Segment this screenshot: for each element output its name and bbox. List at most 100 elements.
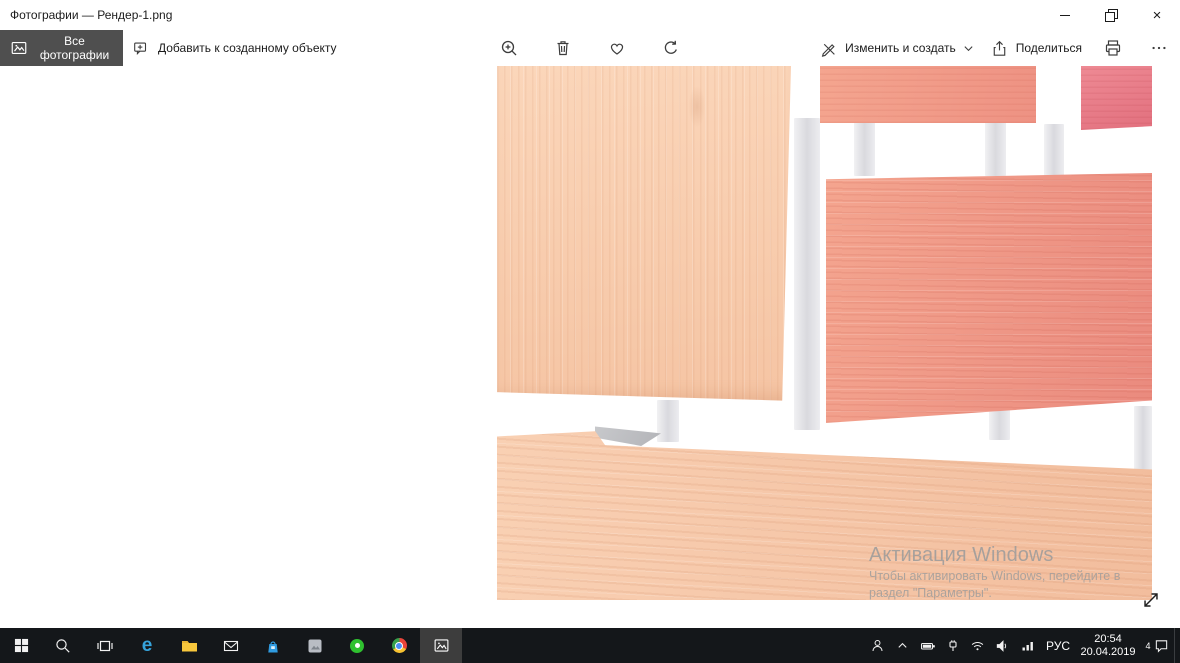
wood-gap-shadow [595,426,661,446]
toolbar-right: Изменить и создать Поделиться [819,30,1174,66]
folder-icon [181,638,198,653]
fullscreen-diagonal-arrow-icon [1140,589,1162,611]
taskbar-app-store[interactable] [252,628,294,663]
battery-icon [920,639,936,653]
tray-people-button[interactable] [865,628,890,663]
tray-network-button[interactable] [965,628,990,663]
photo-tools [494,30,686,66]
share-icon [990,39,1009,58]
wood-slat-shadow [1134,406,1152,472]
tray-battery-button[interactable] [915,628,940,663]
clock-time: 20:54 [1094,632,1122,645]
store-bag-icon [265,638,281,654]
minimize-button[interactable] [1042,0,1088,30]
chevron-down-icon [963,43,974,54]
wood-slat-shadow [657,400,679,442]
delete-button[interactable] [548,33,578,63]
all-photos-button[interactable]: Все фотографии [0,30,123,66]
delete-icon [553,38,573,58]
taskbar-app-generic[interactable] [294,628,336,663]
edge-icon: e [141,635,153,656]
add-to-creation-label: Добавить к созданному объекту [158,41,337,55]
taskbar-app-edge[interactable]: e [126,628,168,663]
task-view-icon [97,638,113,654]
mail-icon [223,639,239,653]
tray-usb-button[interactable] [940,628,965,663]
share-label: Поделиться [1015,41,1082,55]
task-view-button[interactable] [84,628,126,663]
zoom-in-icon [499,38,519,58]
favorite-heart-icon [607,38,627,58]
wood-panel-right [826,173,1152,423]
wood-panel-top-right [1081,66,1152,130]
photos-icon [10,39,28,57]
signal-icon [1021,639,1035,652]
start-button[interactable] [0,628,42,663]
green-app-icon [350,638,364,653]
wood-plank-bottom [497,431,1152,600]
photos-app-icon [433,637,450,654]
print-icon [1103,38,1123,58]
tray-volume-button[interactable] [990,628,1015,663]
window-controls: × [1042,0,1180,30]
wood-panel-left [497,66,791,401]
more-button[interactable] [1144,33,1174,63]
toolbar: Все фотографии Добавить к созданному объ… [0,30,1180,66]
minimize-icon [1060,14,1070,16]
wood-panel-top-middle [820,66,1036,123]
usb-icon [946,639,960,653]
windows-logo-icon [14,638,29,653]
action-center-icon [1154,638,1169,653]
wood-slat-shadow [854,122,875,176]
rotate-icon [661,38,681,58]
titlebar[interactable]: Фотографии — Рендер-1.png × [0,0,1180,30]
add-to-creation-icon [132,39,150,57]
wifi-icon [970,639,985,652]
window-title: Фотографии — Рендер-1.png [10,8,173,22]
taskbar-app-photos-active[interactable] [420,628,462,663]
app-icon [307,638,323,654]
wood-slat-shadow [985,122,1006,176]
edit-create-button[interactable]: Изменить и создать [819,30,974,66]
taskbar-app-green[interactable] [336,628,378,663]
action-center-button[interactable]: 4 [1140,628,1174,663]
taskbar-app-mail[interactable] [210,628,252,663]
taskbar-app-file-explorer[interactable] [168,628,210,663]
more-icon [1150,39,1168,57]
favorite-button[interactable] [602,33,632,63]
notification-badge: 4 [1145,640,1151,651]
show-desktop-button[interactable] [1174,628,1180,663]
taskbar-search-button[interactable] [42,628,84,663]
people-icon [870,638,885,653]
all-photos-label: Все фотографии [39,34,110,62]
share-button[interactable]: Поделиться [990,30,1082,66]
tray-hidden-icons-button[interactable] [890,628,915,663]
zoom-button[interactable] [494,33,524,63]
fullscreen-toggle-button[interactable] [1137,586,1165,614]
chrome-icon [391,638,407,653]
wood-slat-shadow [1044,124,1064,176]
restore-icon [1105,9,1118,22]
wood-slat-shadow [794,118,820,430]
photo-canvas: Активация Windows Чтобы активировать Win… [0,66,1180,628]
tray-signal-button[interactable] [1015,628,1040,663]
search-icon [55,638,71,654]
taskbar-app-chrome[interactable] [378,628,420,663]
taskbar: e РУС 20:54 20.04.2019 4 [0,628,1180,663]
close-button[interactable]: × [1134,0,1180,30]
edit-create-label: Изменить и создать [845,41,956,55]
photo-image[interactable]: Активация Windows Чтобы активировать Win… [497,66,1152,600]
rotate-button[interactable] [656,33,686,63]
language-label: РУС [1045,638,1071,653]
edit-create-icon [819,39,838,58]
speaker-icon [995,639,1010,653]
chevron-up-icon [896,639,909,652]
print-button[interactable] [1098,33,1128,63]
system-tray: РУС 20:54 20.04.2019 4 [865,628,1180,663]
taskbar-clock[interactable]: 20:54 20.04.2019 [1076,628,1140,663]
restore-button[interactable] [1088,0,1134,30]
language-indicator[interactable]: РУС [1040,628,1076,663]
clock-date: 20.04.2019 [1080,645,1136,658]
close-icon: × [1152,6,1162,24]
add-to-creation-button[interactable]: Добавить к созданному объекту [132,30,337,66]
